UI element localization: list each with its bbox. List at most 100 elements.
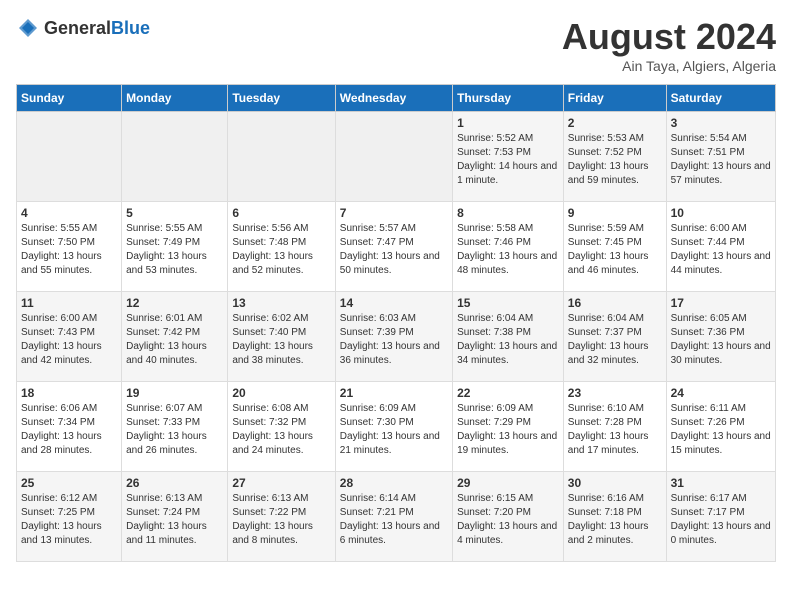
day-number: 17 (671, 296, 771, 310)
day-cell: 4 Sunrise: 5:55 AMSunset: 7:50 PMDaylight… (17, 202, 122, 292)
day-cell: 19 Sunrise: 6:07 AMSunset: 7:33 PMDayligh… (122, 382, 228, 472)
day-number: 14 (340, 296, 448, 310)
day-cell: 14 Sunrise: 6:03 AMSunset: 7:39 PMDayligh… (335, 292, 452, 382)
day-number: 9 (568, 206, 662, 220)
day-cell: 17 Sunrise: 6:05 AMSunset: 7:36 PMDayligh… (666, 292, 775, 382)
title-area: August 2024 Ain Taya, Algiers, Algeria (562, 16, 776, 74)
day-cell: 29 Sunrise: 6:15 AMSunset: 7:20 PMDayligh… (453, 472, 564, 562)
day-header-thursday: Thursday (453, 85, 564, 112)
day-cell: 20 Sunrise: 6:08 AMSunset: 7:32 PMDayligh… (228, 382, 335, 472)
day-number: 15 (457, 296, 559, 310)
day-number: 23 (568, 386, 662, 400)
day-number: 6 (232, 206, 330, 220)
day-info: Sunrise: 6:14 AMSunset: 7:21 PMDaylight:… (340, 492, 448, 548)
day-cell (228, 112, 335, 202)
day-cell: 12 Sunrise: 6:01 AMSunset: 7:42 PMDayligh… (122, 292, 228, 382)
day-cell (122, 112, 228, 202)
day-cell: 1Sunrise: 5:52 AMSunset: 7:53 PMDaylight… (453, 112, 564, 202)
day-number: 2 (568, 116, 662, 130)
day-info: Sunrise: 6:01 AMSunset: 7:42 PMDaylight:… (126, 312, 223, 368)
logo-general: General (44, 18, 111, 38)
day-header-sunday: Sunday (17, 85, 122, 112)
logo: GeneralBlue (16, 16, 150, 40)
day-info: Sunrise: 6:09 AMSunset: 7:29 PMDaylight:… (457, 402, 559, 458)
day-cell: 18Sunrise: 6:06 AMSunset: 7:34 PMDayligh… (17, 382, 122, 472)
day-info: Sunrise: 6:00 AMSunset: 7:43 PMDaylight:… (21, 312, 117, 368)
day-cell: 8 Sunrise: 5:58 AMSunset: 7:46 PMDaylight… (453, 202, 564, 292)
day-info: Sunrise: 5:53 AMSunset: 7:52 PMDaylight:… (568, 132, 662, 188)
day-info: Sunrise: 6:11 AMSunset: 7:26 PMDaylight:… (671, 402, 771, 458)
day-number: 30 (568, 476, 662, 490)
day-info: Sunrise: 6:00 AMSunset: 7:44 PMDaylight:… (671, 222, 771, 278)
day-number: 13 (232, 296, 330, 310)
day-info: Sunrise: 6:02 AMSunset: 7:40 PMDaylight:… (232, 312, 330, 368)
day-number: 31 (671, 476, 771, 490)
day-number: 7 (340, 206, 448, 220)
week-row-2: 4 Sunrise: 5:55 AMSunset: 7:50 PMDaylight… (17, 202, 776, 292)
day-number: 5 (126, 206, 223, 220)
day-header-friday: Friday (563, 85, 666, 112)
day-cell (17, 112, 122, 202)
day-info: Sunrise: 6:12 AMSunset: 7:25 PMDaylight:… (21, 492, 117, 548)
day-number: 22 (457, 386, 559, 400)
day-number: 4 (21, 206, 117, 220)
day-info: Sunrise: 6:07 AMSunset: 7:33 PMDaylight:… (126, 402, 223, 458)
page-header: GeneralBlue August 2024 Ain Taya, Algier… (16, 16, 776, 74)
day-cell: 9 Sunrise: 5:59 AMSunset: 7:45 PMDaylight… (563, 202, 666, 292)
day-cell: 16Sunrise: 6:04 AMSunset: 7:37 PMDayligh… (563, 292, 666, 382)
day-number: 29 (457, 476, 559, 490)
day-info: Sunrise: 6:03 AMSunset: 7:39 PMDaylight:… (340, 312, 448, 368)
day-info: Sunrise: 5:59 AMSunset: 7:45 PMDaylight:… (568, 222, 662, 278)
day-cell: 31Sunrise: 6:17 AMSunset: 7:17 PMDayligh… (666, 472, 775, 562)
day-number: 11 (21, 296, 117, 310)
day-cell: 3 Sunrise: 5:54 AMSunset: 7:51 PMDaylight… (666, 112, 775, 202)
day-header-saturday: Saturday (666, 85, 775, 112)
day-info: Sunrise: 5:56 AMSunset: 7:48 PMDaylight:… (232, 222, 330, 278)
day-cell: 11 Sunrise: 6:00 AMSunset: 7:43 PMDayligh… (17, 292, 122, 382)
days-row: SundayMondayTuesdayWednesdayThursdayFrid… (17, 85, 776, 112)
week-row-3: 11 Sunrise: 6:00 AMSunset: 7:43 PMDayligh… (17, 292, 776, 382)
day-info: Sunrise: 6:05 AMSunset: 7:36 PMDaylight:… (671, 312, 771, 368)
day-cell: 30 Sunrise: 6:16 AMSunset: 7:18 PMDayligh… (563, 472, 666, 562)
day-number: 19 (126, 386, 223, 400)
day-number: 12 (126, 296, 223, 310)
day-number: 3 (671, 116, 771, 130)
logo-blue: Blue (111, 18, 150, 38)
calendar-header: SundayMondayTuesdayWednesdayThursdayFrid… (17, 85, 776, 112)
day-cell: 24Sunrise: 6:11 AMSunset: 7:26 PMDayligh… (666, 382, 775, 472)
day-info: Sunrise: 6:13 AMSunset: 7:24 PMDaylight:… (126, 492, 223, 548)
day-info: Sunrise: 6:13 AMSunset: 7:22 PMDaylight:… (232, 492, 330, 548)
day-cell: 5Sunrise: 5:55 AMSunset: 7:49 PMDaylight… (122, 202, 228, 292)
day-header-tuesday: Tuesday (228, 85, 335, 112)
week-row-4: 18Sunrise: 6:06 AMSunset: 7:34 PMDayligh… (17, 382, 776, 472)
day-info: Sunrise: 5:55 AMSunset: 7:50 PMDaylight:… (21, 222, 117, 278)
day-info: Sunrise: 6:04 AMSunset: 7:38 PMDaylight:… (457, 312, 559, 368)
day-info: Sunrise: 5:52 AMSunset: 7:53 PMDaylight:… (457, 132, 559, 188)
day-cell: 6 Sunrise: 5:56 AMSunset: 7:48 PMDaylight… (228, 202, 335, 292)
day-info: Sunrise: 6:15 AMSunset: 7:20 PMDaylight:… (457, 492, 559, 548)
day-cell: 26Sunrise: 6:13 AMSunset: 7:24 PMDayligh… (122, 472, 228, 562)
day-cell: 13 Sunrise: 6:02 AMSunset: 7:40 PMDayligh… (228, 292, 335, 382)
week-row-5: 25 Sunrise: 6:12 AMSunset: 7:25 PMDayligh… (17, 472, 776, 562)
calendar-table: SundayMondayTuesdayWednesdayThursdayFrid… (16, 84, 776, 562)
day-cell: 23 Sunrise: 6:10 AMSunset: 7:28 PMDayligh… (563, 382, 666, 472)
day-number: 8 (457, 206, 559, 220)
page-title: August 2024 (562, 16, 776, 58)
day-cell: 22 Sunrise: 6:09 AMSunset: 7:29 PMDayligh… (453, 382, 564, 472)
day-info: Sunrise: 6:09 AMSunset: 7:30 PMDaylight:… (340, 402, 448, 458)
logo-icon (16, 16, 40, 40)
day-cell: 28Sunrise: 6:14 AMSunset: 7:21 PMDayligh… (335, 472, 452, 562)
day-info: Sunrise: 6:16 AMSunset: 7:18 PMDaylight:… (568, 492, 662, 548)
day-cell: 10 Sunrise: 6:00 AMSunset: 7:44 PMDayligh… (666, 202, 775, 292)
day-info: Sunrise: 5:58 AMSunset: 7:46 PMDaylight:… (457, 222, 559, 278)
day-cell: 7 Sunrise: 5:57 AMSunset: 7:47 PMDaylight… (335, 202, 452, 292)
day-info: Sunrise: 5:57 AMSunset: 7:47 PMDaylight:… (340, 222, 448, 278)
day-info: Sunrise: 6:10 AMSunset: 7:28 PMDaylight:… (568, 402, 662, 458)
day-info: Sunrise: 5:54 AMSunset: 7:51 PMDaylight:… (671, 132, 771, 188)
day-info: Sunrise: 6:08 AMSunset: 7:32 PMDaylight:… (232, 402, 330, 458)
day-cell (335, 112, 452, 202)
day-number: 21 (340, 386, 448, 400)
day-number: 10 (671, 206, 771, 220)
day-number: 25 (21, 476, 117, 490)
day-number: 20 (232, 386, 330, 400)
